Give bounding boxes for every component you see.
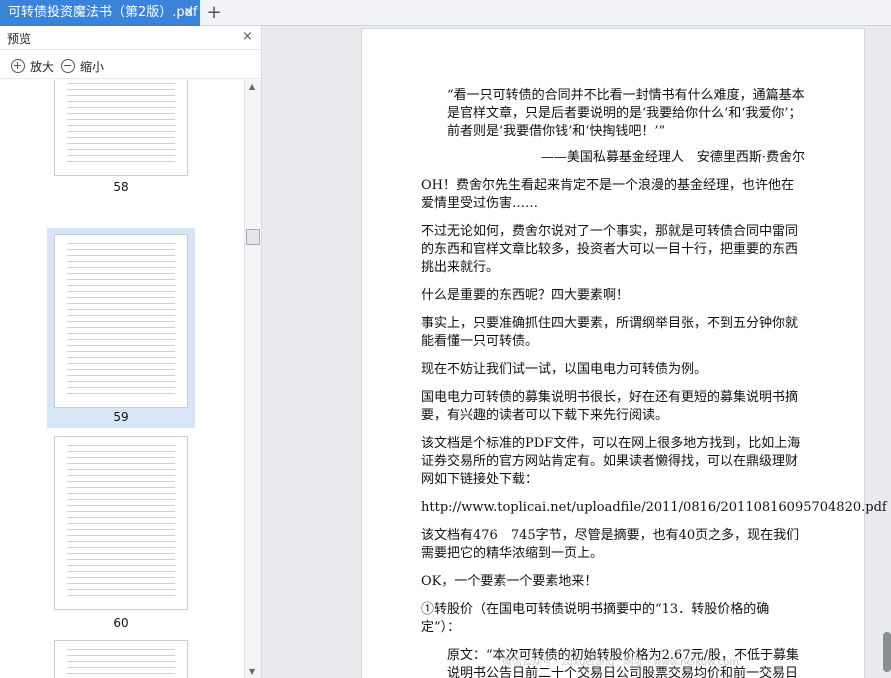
scroll-up-icon[interactable]: ▲ (249, 82, 255, 91)
thumbnail-label: 59 (113, 410, 129, 424)
thumbnail-page[interactable] (54, 640, 188, 678)
thumbnail-page[interactable] (54, 80, 188, 176)
preview-panel-title: 预览 (7, 32, 32, 46)
watermark-text: 微信公众号 · zdxuetang · 网址 · www.neikuw.com (502, 657, 740, 668)
thumbnail-scrollbar[interactable]: ▲ ▼ (244, 80, 261, 678)
thumbnail-page[interactable] (54, 436, 188, 610)
preview-panel-header: 预览 × (0, 26, 261, 50)
body-paragraph: ①转股价（在国电可转债说明书摘要中的“13．转股价格的确定”）： (421, 602, 770, 635)
thumbnail-label: 60 (113, 616, 129, 630)
body-paragraph: 现在不妨让我们试一试，以国电电力可转债为例。 (421, 362, 708, 377)
tab-title: 可转债投资魔法书（第2版）.pdf (8, 5, 198, 20)
body-paragraph: 不过无论如何，费舍尔说对了一个事实，那就是可转债合同中雷同的东西和官样文章比较多… (421, 224, 799, 275)
zoom-out-icon (61, 59, 75, 73)
body-paragraph: OK，一个要素一个要素地来！ (421, 574, 598, 589)
quote-attribution: ——美国私募基金经理人 安德里西斯·费舍尔 (540, 150, 805, 165)
body-paragraph: 该文档有476 745字节，尽管是摘要，也有40页之多，现在我们需要把它的精华浓… (421, 528, 800, 561)
body-paragraph: 国电电力可转债的募集说明书很长，好在还有更短的募集说明书摘要，有兴趣的读者可以下… (421, 390, 799, 423)
document-tab[interactable]: 可转债投资魔法书（第2版）.pdf (0, 0, 200, 26)
body-paragraph: 该文档是个标准的PDF文件，可以在网上很多地方找到，比如上海证券交易所的官方网站… (421, 436, 801, 487)
preview-panel: 预览 × 放大 缩小 58 59 60 ▲ ▼ (0, 26, 262, 678)
zoom-out-button[interactable]: 缩小 (61, 57, 104, 75)
tab-bar: 可转债投资魔法书（第2版）.pdf × + (0, 0, 891, 26)
zoom-in-button[interactable]: 放大 (11, 57, 54, 75)
zoom-out-label: 缩小 (80, 59, 105, 74)
close-panel-icon[interactable]: × (242, 29, 253, 44)
body-paragraph: 事实上，只要准确抓住四大要素，所谓纲举目张，不到五分钟你就能看懂一只可转债。 (421, 316, 799, 349)
scrollbar-thumb[interactable] (246, 229, 260, 245)
body-paragraph: 什么是重要的东西呢？四大要素啊！ (421, 288, 630, 303)
document-view[interactable]: “看一只可转债的合同并不比看一封情书有什么难度，通篇基本是官样文章，只是后者要说… (263, 26, 891, 678)
thumbnail-list: 58 59 60 (0, 80, 244, 678)
body-paragraph: OH！费舍尔先生看起来肯定不是一个浪漫的基金经理，也许他在爱情里受过伤害…… (421, 178, 794, 211)
zoom-toolbar: 放大 缩小 (0, 51, 261, 79)
thumbnail-page-selected[interactable] (54, 234, 188, 408)
scroll-down-icon[interactable]: ▼ (249, 667, 255, 676)
zoom-in-label: 放大 (30, 59, 55, 74)
quote-text: “看一只可转债的合同并不比看一封情书有什么难度，通篇基本是官样文章，只是后者要说… (447, 88, 805, 139)
document-page: “看一只可转债的合同并不比看一封情书有什么难度，通篇基本是官样文章，只是后者要说… (361, 28, 887, 678)
download-link[interactable]: http://www.toplicai.net/uploadfile/2011/… (421, 499, 887, 517)
new-tab-icon[interactable]: + (204, 1, 224, 25)
zoom-in-icon (11, 59, 25, 73)
page-content: “看一只可转债的合同并不比看一封情书有什么难度，通篇基本是官样文章，只是后者要说… (421, 87, 887, 678)
document-scrollbar-thumb[interactable] (883, 632, 891, 672)
tab-close-icon[interactable]: × (181, 5, 197, 21)
thumbnail-label: 58 (113, 180, 129, 194)
